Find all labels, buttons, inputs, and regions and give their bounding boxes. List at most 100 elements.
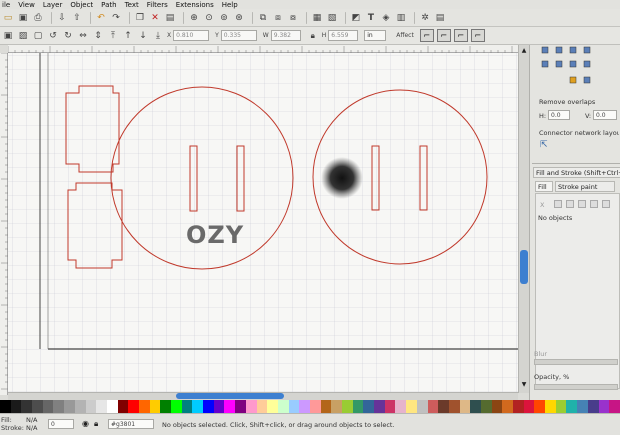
select-all-icon[interactable]: ▣ <box>2 30 14 42</box>
palette-swatch[interactable] <box>598 400 610 413</box>
zoom-width-icon[interactable]: ⊛ <box>233 12 245 24</box>
palette-swatch[interactable] <box>470 400 481 413</box>
menu-path[interactable]: Path <box>101 1 116 9</box>
palette-swatch[interactable] <box>117 400 129 413</box>
affect-gradient-button[interactable]: ⌐ <box>453 29 468 42</box>
raise-icon[interactable]: ↑ <box>122 30 134 42</box>
opacity-slider[interactable] <box>534 384 618 390</box>
blur-slider[interactable] <box>534 359 618 365</box>
affect-stroke-button[interactable]: ⌐ <box>419 29 434 42</box>
horizontal-scrollbar[interactable] <box>8 392 518 400</box>
palette-swatch[interactable] <box>53 400 65 413</box>
text-font-icon[interactable]: T <box>365 12 377 24</box>
undo-icon[interactable]: ↶ <box>95 12 107 24</box>
x-field[interactable]: 0.810 <box>173 30 210 41</box>
group-icon[interactable]: ▦ <box>311 12 323 24</box>
unlink-icon[interactable]: ⧇ <box>287 12 299 24</box>
affect-corners-button[interactable]: ⌐ <box>436 29 451 42</box>
logo-text[interactable]: OZY <box>186 221 244 249</box>
menu-extensions[interactable]: Extensions <box>176 1 214 9</box>
w-field[interactable]: 9.382 <box>270 30 301 41</box>
tab-fill[interactable]: Fill <box>535 181 553 192</box>
palette-swatch[interactable] <box>395 400 407 413</box>
palette-swatch[interactable] <box>566 400 578 413</box>
palette-swatch[interactable] <box>74 400 86 413</box>
clone-icon[interactable]: ⧈ <box>272 12 284 24</box>
copy-icon[interactable]: ❐ <box>134 12 146 24</box>
palette-swatch[interactable] <box>267 400 278 413</box>
palette-swatch[interactable] <box>384 400 396 413</box>
lock-layer-icon[interactable]: 🔒︎ <box>94 419 104 429</box>
palette-swatch[interactable] <box>10 400 22 413</box>
palette-swatch[interactable] <box>64 400 75 413</box>
palette-swatch[interactable] <box>256 400 268 413</box>
export-icon[interactable]: ⇧ <box>71 12 83 24</box>
vertical-scrollbar[interactable]: ▲ ▼ <box>518 45 529 393</box>
lock-icon[interactable]: 🔒︎ <box>307 30 319 42</box>
palette-swatch[interactable] <box>480 400 492 413</box>
save-icon[interactable]: ▣ <box>17 12 29 24</box>
align-distribute-buttons[interactable] <box>534 45 618 91</box>
palette-swatch[interactable] <box>363 400 375 413</box>
connector-layout-icon[interactable]: ⇱ <box>540 140 554 152</box>
layer-select[interactable]: #g3801 <box>108 419 154 429</box>
palette-swatch[interactable] <box>106 400 118 413</box>
palette-swatch[interactable] <box>299 400 310 413</box>
color-palette[interactable] <box>0 400 620 413</box>
opacity-field[interactable]: 0 <box>48 419 74 429</box>
y-field[interactable]: 0.335 <box>220 30 257 41</box>
h-gap-field[interactable]: 0.0 <box>548 110 570 120</box>
palette-swatch[interactable] <box>96 400 107 413</box>
palette-swatch[interactable] <box>235 400 246 413</box>
zoom-page-icon[interactable]: ⊚ <box>218 12 230 24</box>
horizontal-scroll-thumb[interactable] <box>176 393 284 399</box>
palette-swatch[interactable] <box>352 400 364 413</box>
palette-swatch[interactable] <box>128 400 139 413</box>
radial-gradient-icon[interactable] <box>578 200 586 208</box>
palette-swatch[interactable] <box>277 400 289 413</box>
cut-icon[interactable]: ✕ <box>149 12 161 24</box>
linear-gradient-icon[interactable] <box>566 200 574 208</box>
vertical-scroll-thumb[interactable] <box>520 250 528 284</box>
drawing-canvas[interactable]: OZY <box>8 53 518 393</box>
flat-color-icon[interactable] <box>554 200 562 208</box>
unit-select[interactable]: in <box>364 30 387 41</box>
palette-swatch[interactable] <box>192 400 204 413</box>
palette-swatch[interactable] <box>555 400 567 413</box>
ungroup-icon[interactable]: ▧ <box>326 12 338 24</box>
scroll-down-icon[interactable]: ▼ <box>520 381 528 389</box>
palette-swatch[interactable] <box>491 400 503 413</box>
zoom-selection-icon[interactable]: ⊕ <box>188 12 200 24</box>
palette-swatch[interactable] <box>32 400 43 413</box>
open-icon[interactable]: ▭ <box>2 12 14 24</box>
vertical-ruler[interactable] <box>0 52 8 395</box>
palette-swatch[interactable] <box>85 400 97 413</box>
rotate-ccw-icon[interactable]: ↺ <box>47 30 59 42</box>
palette-swatch[interactable] <box>203 400 214 413</box>
menu-view[interactable]: View <box>18 1 35 9</box>
palette-swatch[interactable] <box>21 400 33 413</box>
select-all-layers-icon[interactable]: ▨ <box>17 30 29 42</box>
raise-top-icon[interactable]: ⤒ <box>107 30 119 42</box>
palette-swatch[interactable] <box>320 400 332 413</box>
palette-swatch[interactable] <box>171 400 182 413</box>
palette-swatch[interactable] <box>609 400 620 413</box>
pattern-icon[interactable] <box>590 200 598 208</box>
scroll-up-icon[interactable]: ▲ <box>520 47 528 55</box>
palette-swatch[interactable] <box>534 400 546 413</box>
tab-stroke-paint[interactable]: Stroke paint <box>555 181 615 192</box>
palette-swatch[interactable] <box>459 400 471 413</box>
palette-swatch[interactable] <box>438 400 449 413</box>
align-icon[interactable]: ▥ <box>395 12 407 24</box>
h-field[interactable]: 6.559 <box>328 30 359 41</box>
menu-filters[interactable]: Filters <box>147 1 168 9</box>
palette-swatch[interactable] <box>513 400 524 413</box>
lower-bottom-icon[interactable]: ⤓ <box>152 30 164 42</box>
palette-swatch[interactable] <box>374 400 385 413</box>
paste-icon[interactable]: ▤ <box>164 12 176 24</box>
palette-swatch[interactable] <box>42 400 54 413</box>
swatch-icon[interactable] <box>602 200 610 208</box>
palette-swatch[interactable] <box>149 400 161 413</box>
flip-h-icon[interactable]: ⇔ <box>77 30 89 42</box>
palette-swatch[interactable] <box>448 400 460 413</box>
